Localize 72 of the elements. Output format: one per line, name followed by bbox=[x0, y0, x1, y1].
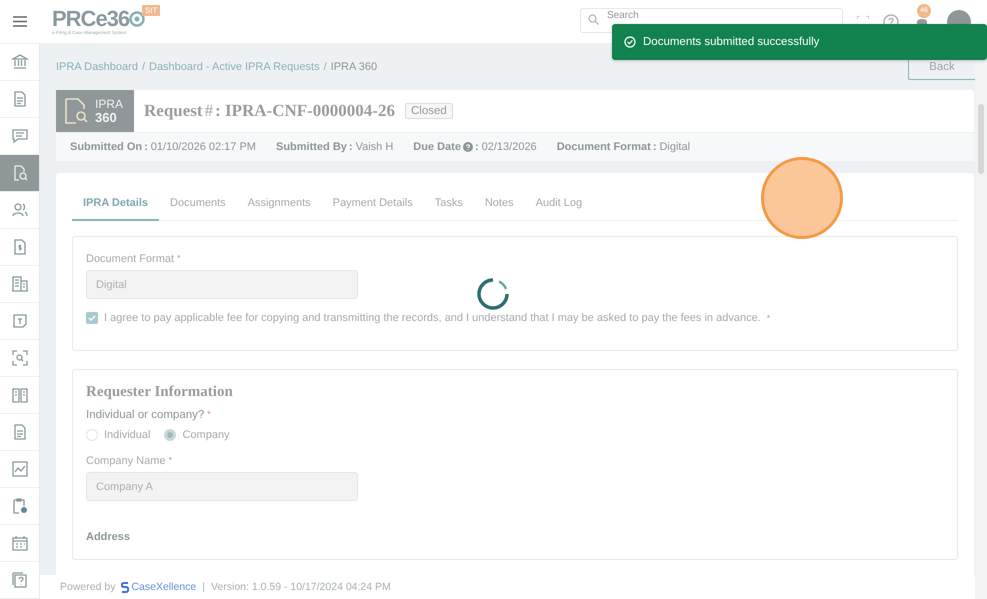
badge-number: 360 bbox=[95, 111, 118, 124]
loading-spinner bbox=[475, 276, 511, 312]
meta-label: Document Format bbox=[556, 141, 651, 153]
radio-button[interactable] bbox=[164, 429, 176, 441]
field-label: Company Name bbox=[86, 455, 166, 467]
help-icon[interactable] bbox=[462, 142, 473, 152]
document-format-field[interactable]: Digital bbox=[86, 270, 358, 299]
document-search-icon bbox=[63, 97, 89, 125]
meta-separator: : bbox=[144, 141, 148, 153]
version-text: Version: 1.0.59 - 10/17/2024 04:24 PM bbox=[210, 581, 391, 593]
required-mark: * bbox=[177, 253, 181, 265]
radio-label: Individual bbox=[104, 429, 150, 441]
badge-text: IPRA bbox=[95, 98, 124, 111]
request-label: Request bbox=[144, 101, 203, 121]
tab[interactable]: Payment Details bbox=[322, 187, 424, 221]
section-heading: Requester Information bbox=[86, 384, 234, 401]
field-label: Individual or company? bbox=[86, 409, 204, 421]
sidebar-icon bbox=[10, 534, 28, 552]
breadcrumb-separator: / bbox=[142, 61, 145, 73]
check-icon bbox=[88, 314, 96, 322]
sidebar-icon bbox=[10, 460, 28, 478]
menu-icon[interactable] bbox=[13, 16, 27, 27]
radio-label: Company bbox=[182, 429, 230, 441]
meta-separator: : bbox=[474, 141, 479, 153]
check-circle-icon bbox=[624, 36, 636, 48]
meta-label: Due Date bbox=[413, 141, 461, 153]
tab[interactable]: IPRA Details bbox=[72, 187, 160, 221]
breadcrumb-current: IPRA 360 bbox=[330, 61, 378, 73]
meta-value: Vaish H bbox=[356, 141, 394, 153]
brand-logo-icon bbox=[121, 582, 130, 592]
meta-label: Submitted By bbox=[276, 141, 347, 153]
toast-message: Documents submitted successfully bbox=[643, 36, 820, 48]
required-mark: * bbox=[766, 313, 770, 323]
sidebar-icon bbox=[10, 53, 28, 71]
request-number: : IPRA-CNF-0000004-26 bbox=[215, 101, 395, 121]
sidebar-icon bbox=[10, 127, 28, 145]
sidebar-icon bbox=[10, 497, 28, 515]
required-mark: * bbox=[168, 455, 172, 467]
meta-value: 01/10/2026 02:17 PM bbox=[150, 141, 256, 153]
meta-value: Digital bbox=[659, 141, 690, 153]
breadcrumb-link[interactable]: Dashboard - Active IPRA Requests bbox=[149, 61, 320, 73]
breadcrumb-separator: / bbox=[324, 61, 327, 73]
tab[interactable]: Notes bbox=[474, 187, 525, 221]
sidebar-icon bbox=[10, 386, 28, 404]
meta-separator: : bbox=[652, 141, 656, 153]
sidebar-icon bbox=[10, 201, 28, 219]
radio-button[interactable] bbox=[86, 429, 98, 441]
tab[interactable]: Tasks bbox=[424, 187, 474, 221]
sidebar-icon bbox=[10, 349, 28, 367]
sidebar-icon bbox=[10, 571, 28, 589]
status-badge: Closed bbox=[404, 103, 453, 119]
sidebar-icon bbox=[10, 275, 28, 293]
agreement-checkbox[interactable] bbox=[86, 312, 98, 324]
breadcrumb-link[interactable]: IPRA Dashboard bbox=[56, 61, 138, 73]
sidebar-item[interactable] bbox=[0, 155, 39, 192]
tab[interactable]: Documents bbox=[159, 187, 237, 221]
subsection-heading: Address bbox=[86, 531, 132, 543]
company-name-field[interactable]: Company A bbox=[86, 472, 358, 501]
meta-label: Submitted On bbox=[70, 141, 142, 153]
required-mark: * bbox=[207, 409, 211, 421]
meta-value: 02/13/2026 bbox=[482, 141, 537, 153]
environment-badge: SIT bbox=[142, 5, 160, 16]
tab[interactable]: Audit Log bbox=[524, 187, 594, 221]
hash-mark: # bbox=[204, 101, 214, 121]
tab[interactable]: Assignments bbox=[236, 187, 322, 221]
field-label: Document Format bbox=[86, 253, 174, 265]
agreement-text: I agree to pay applicable fee for copying and transmitting the records, and I understand that I may be asked to pay the fees in advance. bbox=[104, 312, 761, 324]
sidebar-icon bbox=[10, 312, 28, 330]
meta-separator: : bbox=[348, 141, 353, 153]
brand-link[interactable]: CaseXellence bbox=[131, 581, 196, 593]
footer-separator: | bbox=[202, 581, 205, 593]
powered-by-text: Powered by bbox=[60, 581, 116, 593]
